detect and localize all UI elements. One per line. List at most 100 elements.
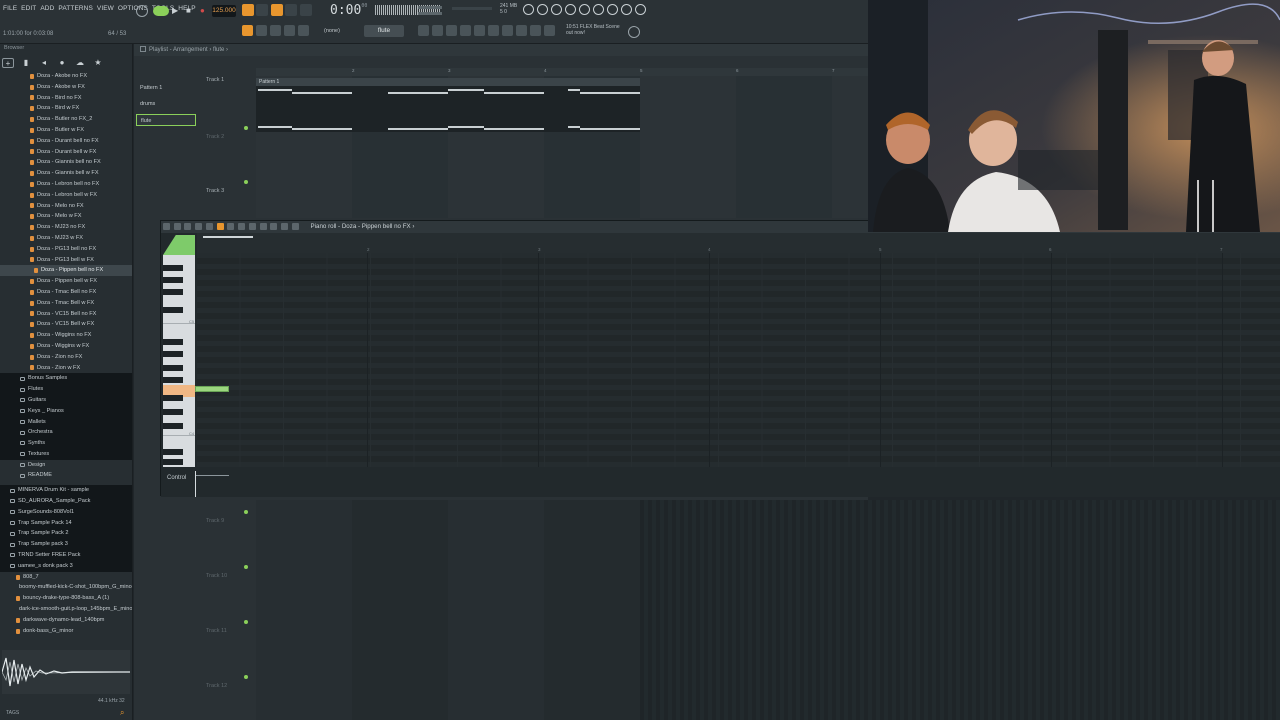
- track-label[interactable]: Track 12: [206, 683, 227, 689]
- menu-arrow-icon[interactable]: [163, 222, 170, 230]
- paint-icon[interactable]: [284, 25, 295, 36]
- black-key[interactable]: [163, 377, 183, 383]
- master-pitch-slider[interactable]: [418, 12, 442, 15]
- pattern-item[interactable]: Pattern 1: [136, 82, 196, 94]
- browser-folder[interactable]: Flutes: [0, 384, 132, 395]
- control-selector[interactable]: Control: [167, 475, 186, 481]
- audio-file[interactable]: dark-ice-smooth-guit.p-loop_145bpm_E_min…: [0, 604, 132, 615]
- black-key[interactable]: [163, 423, 183, 429]
- track-label[interactable]: Track 11: [206, 628, 227, 634]
- sample-pack-folder[interactable]: TRND Setter FREE Pack: [0, 550, 132, 561]
- magnet-icon[interactable]: [242, 25, 253, 36]
- refresh-icon[interactable]: [523, 4, 534, 15]
- cloud-icon[interactable]: ☁: [74, 58, 86, 68]
- select-icon[interactable]: [270, 222, 278, 230]
- master-volume-slider[interactable]: [418, 6, 442, 9]
- browser-item[interactable]: Doza - Zion no FX: [0, 352, 132, 363]
- close-icon[interactable]: [551, 4, 562, 15]
- browser-item[interactable]: Doza - Melo w FX: [0, 211, 132, 222]
- track-label[interactable]: Track 1: [206, 77, 224, 83]
- browser-folder[interactable]: Bonus Samples: [0, 373, 132, 384]
- audio-file[interactable]: darkwave-dynamo-lead_140bpm: [0, 615, 132, 626]
- menu-edit[interactable]: EDIT: [21, 5, 36, 12]
- browser-item[interactable]: Doza - Zion w FX: [0, 363, 132, 374]
- browser-item[interactable]: Doza - MJ23 no FX: [0, 222, 132, 233]
- sample-pack-folder[interactable]: SD_AURORA_Sample_Pack: [0, 496, 132, 507]
- sample-pack-folder[interactable]: uamee_s donk pack 3: [0, 561, 132, 572]
- black-key[interactable]: [163, 449, 183, 455]
- file-icon[interactable]: ▮: [20, 58, 32, 68]
- menu-add[interactable]: ADD: [40, 5, 54, 12]
- chat-icon[interactable]: [607, 4, 618, 15]
- playback-icon[interactable]: [291, 222, 299, 230]
- velocity-bar[interactable]: [195, 475, 229, 476]
- track-mute-led[interactable]: [244, 675, 248, 679]
- add-icon[interactable]: +: [2, 58, 14, 68]
- playlist-grid-lower-dense[interactable]: [640, 500, 1280, 720]
- black-key[interactable]: [163, 339, 183, 345]
- channel-rack-icon[interactable]: [446, 25, 457, 36]
- script-icon[interactable]: [544, 25, 555, 36]
- download-icon[interactable]: [635, 4, 646, 15]
- track-label[interactable]: Track 10: [206, 573, 227, 579]
- news-settings-icon[interactable]: [628, 26, 640, 38]
- browser-item[interactable]: Doza - Akobe w FX: [0, 82, 132, 93]
- browser-item[interactable]: Doza - Lebron bell w FX: [0, 190, 132, 201]
- pattern-song-toggle-icon[interactable]: [136, 5, 148, 17]
- track-mute-led[interactable]: [244, 565, 248, 569]
- song-mode-button[interactable]: [153, 6, 169, 16]
- sample-pack-folder[interactable]: MINERVA Drum Kit - sample: [0, 485, 132, 496]
- black-key[interactable]: [163, 365, 183, 371]
- tags-label[interactable]: TAGS: [6, 710, 19, 716]
- plugin-picker-icon[interactable]: [530, 25, 541, 36]
- plugin-icon[interactable]: [488, 25, 499, 36]
- sort-icon[interactable]: ●: [56, 58, 68, 68]
- mixer-icon[interactable]: [460, 25, 471, 36]
- pattern-item-selected[interactable]: flute: [136, 114, 196, 126]
- sample-pack-folder[interactable]: SurgeSounds-808Vol1: [0, 507, 132, 518]
- menu-patterns[interactable]: PATTERNS: [58, 5, 93, 12]
- export-icon[interactable]: [621, 4, 632, 15]
- browser-item[interactable]: Doza - PG13 bell w FX: [0, 255, 132, 266]
- sample-pack-folder[interactable]: Trap Sample Pack 2: [0, 528, 132, 539]
- play-icon[interactable]: [184, 222, 192, 230]
- browser-item[interactable]: Doza - VC15 Bell w FX: [0, 319, 132, 330]
- audio-file[interactable]: 808_7: [0, 572, 132, 583]
- browser-item[interactable]: Doza - MJ23 w FX: [0, 233, 132, 244]
- browser-item[interactable]: Doza - Akobe no FX: [0, 71, 132, 82]
- browser-folder[interactable]: Synths: [0, 438, 132, 449]
- browser-folder[interactable]: Keys _ Pianos: [0, 406, 132, 417]
- brush-icon[interactable]: [298, 25, 309, 36]
- loop-record-icon[interactable]: [300, 4, 312, 16]
- playlist-icon[interactable]: [418, 25, 429, 36]
- pattern-clip[interactable]: Pattern 1: [256, 78, 640, 132]
- track-mute-led[interactable]: [244, 510, 248, 514]
- browser-folder[interactable]: Orchestra: [0, 427, 132, 438]
- black-key[interactable]: [163, 459, 183, 465]
- zoom-icon[interactable]: [281, 222, 289, 230]
- browser-item[interactable]: Doza - Bird w FX: [0, 103, 132, 114]
- magnet-icon[interactable]: [173, 222, 181, 230]
- record-icon[interactable]: ●: [200, 5, 212, 17]
- help-icon[interactable]: [579, 4, 590, 15]
- black-key[interactable]: [163, 307, 183, 313]
- sample-pack-folder[interactable]: Trap Sample Pack 14: [0, 518, 132, 529]
- black-key[interactable]: [163, 277, 183, 283]
- black-key[interactable]: [163, 409, 183, 415]
- countdown-icon[interactable]: [271, 4, 283, 16]
- wait-input-icon[interactable]: [256, 4, 268, 16]
- midi-note[interactable]: [195, 386, 229, 392]
- browser-item[interactable]: Doza - Lebron bell no FX: [0, 179, 132, 190]
- track-label[interactable]: Track 9: [206, 518, 224, 524]
- browser-item-selected[interactable]: Doza - Pippen bell no FX: [0, 265, 132, 277]
- menu-file[interactable]: FILE: [3, 5, 17, 12]
- back-icon[interactable]: ◂: [38, 58, 50, 68]
- touch-keyboard-icon[interactable]: [516, 25, 527, 36]
- pattern-selector[interactable]: flute: [364, 25, 404, 37]
- browser-item[interactable]: Doza - Durant bell no FX: [0, 136, 132, 147]
- tempo-tap-icon[interactable]: [502, 25, 513, 36]
- audio-file[interactable]: donk-bass_G_minor: [0, 626, 132, 637]
- browser-item[interactable]: Doza - Wiggins w FX: [0, 341, 132, 352]
- browser-item[interactable]: Doza - Wiggins no FX: [0, 330, 132, 341]
- black-key[interactable]: [163, 289, 183, 295]
